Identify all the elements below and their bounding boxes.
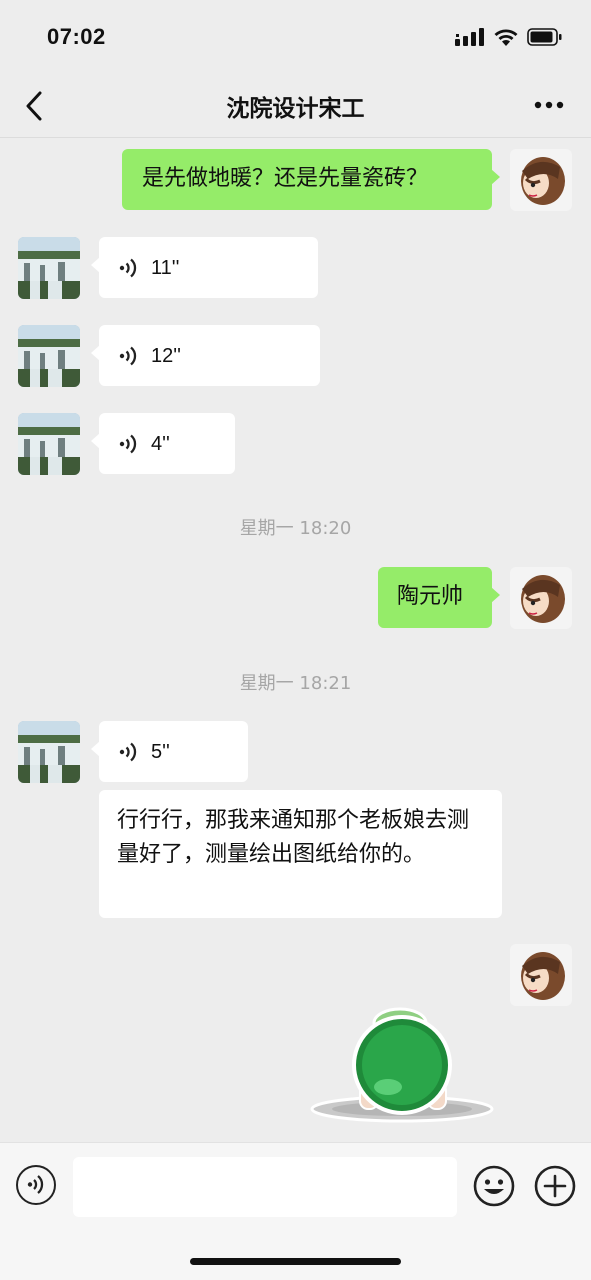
sticker-green-ball[interactable] — [308, 1005, 498, 1127]
waterfall-photo-icon — [18, 721, 80, 783]
my-avatar[interactable] — [510, 944, 572, 1006]
voice-wave-icon — [119, 742, 137, 761]
my-avatar[interactable] — [510, 149, 572, 211]
home-indicator — [190, 1258, 401, 1265]
voice-wave-icon — [119, 434, 137, 453]
contact-avatar[interactable] — [18, 721, 80, 783]
my-avatar[interactable] — [510, 567, 572, 629]
message-bubble-sent[interactable]: 是先做地暖？还是先量瓷砖？ — [122, 149, 500, 210]
voice-message[interactable]: 11'' — [91, 237, 318, 298]
signal-icon — [455, 28, 484, 46]
plus-icon[interactable] — [534, 1165, 576, 1207]
battery-icon — [527, 28, 562, 46]
message-bubble-received[interactable]: 行行行，那我来通知那个老板娘去测量好了，测量绘出图纸给你的。 — [99, 790, 502, 918]
message-text: 是先做地暖？还是先量瓷砖？ — [142, 166, 429, 191]
girl-cartoon-avatar-icon — [510, 944, 572, 1006]
waterfall-photo-icon — [18, 237, 80, 299]
message-text: 行行行，那我来通知那个老板娘去测量好了，测量绘出图纸给你的。 — [117, 808, 470, 867]
voice-wave-icon — [119, 346, 137, 365]
voice-duration: 11'' — [151, 256, 180, 279]
chat-title: 沈院设计宋工 — [226, 96, 365, 122]
waterfall-photo-icon — [18, 325, 80, 387]
voice-duration: 4'' — [151, 432, 170, 455]
voice-message[interactable]: 4'' — [91, 413, 235, 474]
voice-message[interactable]: 12'' — [91, 325, 320, 386]
message-text: 陶元帅 — [397, 584, 464, 609]
voice-duration: 5'' — [151, 740, 170, 763]
voice-wave-icon — [119, 258, 137, 277]
more-options-icon[interactable] — [533, 93, 565, 117]
voice-input-button[interactable] — [16, 1165, 56, 1205]
voice-wave-icon — [27, 1175, 44, 1194]
contact-avatar[interactable] — [18, 237, 80, 299]
timestamp: 星期一 18:20 — [239, 518, 352, 539]
message-input[interactable] — [73, 1157, 457, 1217]
wifi-icon — [494, 29, 518, 46]
timestamp: 星期一 18:21 — [239, 673, 352, 694]
status-time: 07:02 — [47, 24, 106, 49]
chat-header: 沈院设计宋工 — [0, 75, 591, 138]
status-bar: 07:02 — [0, 0, 591, 75]
status-icons — [455, 28, 563, 46]
voice-duration: 12'' — [151, 344, 181, 367]
contact-avatar[interactable] — [18, 413, 80, 475]
contact-avatar[interactable] — [18, 325, 80, 387]
message-bubble-sent[interactable]: 陶元帅 — [378, 567, 500, 628]
waterfall-photo-icon — [18, 413, 80, 475]
girl-cartoon-avatar-icon — [510, 567, 572, 629]
girl-cartoon-avatar-icon — [510, 149, 572, 211]
emoji-icon[interactable] — [473, 1165, 515, 1207]
voice-message[interactable]: 5'' — [91, 721, 248, 782]
